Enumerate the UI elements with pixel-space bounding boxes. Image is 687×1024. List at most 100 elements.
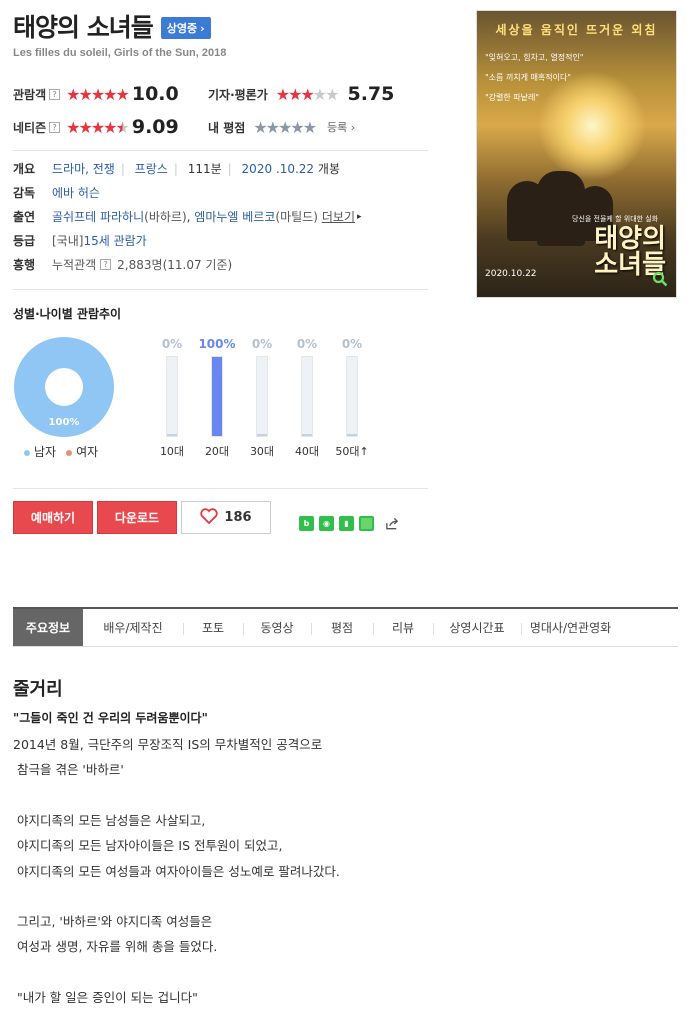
story-line: 2014년 8월, 극단주의 무장조직 IS의 무차별적인 공격으로 bbox=[13, 737, 323, 752]
age-label: 10대 bbox=[159, 445, 185, 458]
info-key-box: 흥행 bbox=[13, 258, 36, 272]
age-pct-label: 0% bbox=[341, 337, 363, 351]
rating-mine: 내 평점 ★ ★ ★ ★ ★ 등록 › bbox=[208, 117, 355, 137]
legend-female: 여자 bbox=[66, 443, 98, 460]
my-rating-stars[interactable]: ★ ★ ★ ★ ★ bbox=[253, 118, 317, 137]
heart-icon bbox=[200, 507, 219, 528]
reserve-button[interactable]: 예매하기 bbox=[13, 501, 93, 534]
tab-3[interactable]: 동영상 bbox=[243, 609, 311, 646]
poster-quote-3: "강렬한 파낱레" bbox=[485, 93, 540, 102]
poster-sun bbox=[537, 71, 647, 181]
more-cast-link[interactable]: 더보기 bbox=[322, 208, 355, 225]
age-bar-0: 0% 10대 bbox=[152, 337, 192, 459]
genre-link[interactable]: 드라마, 전쟁 bbox=[52, 162, 115, 176]
tab-6[interactable]: 상영시간표 bbox=[433, 609, 521, 646]
info-key-director: 감독 bbox=[13, 186, 36, 200]
donut-hole bbox=[45, 368, 83, 406]
age-rating-link[interactable]: 15세 관람가 bbox=[83, 232, 146, 249]
share-icon[interactable] bbox=[385, 516, 400, 531]
rating-audience: 관람객 ? ★ ★ ★ ★ ★ 10.0 bbox=[13, 83, 179, 105]
critics-score: 5.75 bbox=[347, 83, 395, 105]
age-pct-label: 0% bbox=[296, 337, 318, 351]
bookmark-share-icon[interactable]: ▮ bbox=[339, 516, 354, 531]
age-bar-fill bbox=[302, 434, 312, 436]
poster-date: 2020.10.22 bbox=[485, 269, 537, 279]
age-pct-label: 100% bbox=[198, 337, 236, 351]
age-label: 20대 bbox=[204, 445, 230, 458]
story-tagline: "그들이 죽인 건 우리의 두려움뿐이다" bbox=[13, 711, 208, 725]
age-bar-fill bbox=[257, 434, 267, 436]
story-line: 여성과 생명, 자유를 위해 총을 들었다. bbox=[13, 939, 218, 955]
help-icon[interactable]: ? bbox=[49, 88, 61, 100]
tab-2[interactable]: 포토 bbox=[183, 609, 243, 646]
divider bbox=[13, 289, 428, 290]
cast-link-1[interactable]: 골쉬프테 파라하니 bbox=[52, 208, 144, 225]
cast-separator: , bbox=[186, 209, 191, 224]
rating-mine-label: 내 평점 bbox=[208, 120, 246, 135]
tab-1[interactable]: 배우/제작진 bbox=[83, 609, 183, 646]
age-bar-3: 0% 40대 bbox=[287, 337, 327, 459]
info-key-rating: 등급 bbox=[13, 234, 36, 248]
like-button[interactable]: 186 bbox=[181, 501, 271, 534]
info-director: 감독 에바 허슨 bbox=[13, 184, 100, 201]
share-icons: b ◉ ▮ bbox=[299, 516, 400, 531]
age-label: 40대 bbox=[294, 445, 320, 458]
age-label: 50대↑ bbox=[335, 445, 369, 458]
status-badge[interactable]: 상영중 › bbox=[160, 17, 211, 39]
story-line: 그리고, '바하르'와 야지디족 여성들은 bbox=[13, 914, 213, 930]
search-icon[interactable] bbox=[652, 271, 668, 291]
cast-link-2[interactable]: 엠마누엘 베르코 bbox=[194, 208, 275, 225]
release-suffix: 개봉 bbox=[317, 162, 340, 176]
tab-5[interactable]: 리뷰 bbox=[373, 609, 433, 646]
netizen-stars: ★ ★ ★ ★ ★ bbox=[66, 117, 130, 137]
register-rating-link[interactable]: 등록 › bbox=[327, 119, 355, 135]
age-bar-fill bbox=[167, 434, 177, 436]
age-bar-fill bbox=[212, 357, 222, 436]
rating-prefix: [국내] bbox=[52, 234, 84, 248]
age-bar-track bbox=[256, 356, 268, 437]
gender-donut-chart: 100% bbox=[14, 337, 114, 437]
title-row: 태양의 소녀들 상영중 › bbox=[13, 8, 211, 44]
story-line: 야지디족의 모든 남자아이들은 IS 전투원이 되었고, bbox=[13, 838, 283, 854]
director-link[interactable]: 에바 허슨 bbox=[52, 184, 100, 201]
tab-7[interactable]: 명대사/연관영화 bbox=[521, 609, 620, 646]
movie-poster[interactable]: 세상을 움직인 뜨거운 외침 "잊혀오고, 힘차고, 열정적인" "소름 끼치게… bbox=[476, 10, 677, 298]
info-key-cast: 출연 bbox=[13, 210, 36, 224]
rating-netizen: 네티즌 ? ★ ★ ★ ★ ★ 9.09 bbox=[13, 116, 179, 138]
rating-netizen-label: 네티즌 bbox=[13, 120, 47, 135]
audience-stars: ★ ★ ★ ★ ★ bbox=[66, 84, 130, 104]
tab-4[interactable]: 평점 bbox=[311, 609, 373, 646]
movie-title: 태양의 소녀들 bbox=[13, 13, 154, 42]
download-button[interactable]: 다운로드 bbox=[97, 501, 177, 534]
blog-share-icon[interactable]: b bbox=[299, 516, 314, 531]
poster-tagline: 당신을 전율케 할 위대한 실화 bbox=[572, 215, 659, 223]
help-icon[interactable]: ? bbox=[49, 121, 61, 133]
info-boxoffice: 흥행 누적관객 ? 2,883명(11.07 기준) bbox=[13, 256, 232, 273]
register-label: 등록 bbox=[327, 121, 348, 134]
netizen-score: 9.09 bbox=[131, 116, 179, 138]
info-rating: 등급 [국내] 15세 관람가 bbox=[13, 232, 147, 249]
info-overview: 개요 드라마, 전쟁 | 프랑스 | 111분 | 2020 .10.22 개봉 bbox=[13, 162, 340, 176]
country-link[interactable]: 프랑스 bbox=[135, 162, 168, 176]
tab-0[interactable]: 주요정보 bbox=[13, 609, 83, 646]
runtime: 111분 bbox=[187, 162, 222, 176]
age-pct-label: 0% bbox=[251, 337, 273, 351]
cafe-share-icon[interactable]: ◉ bbox=[319, 516, 334, 531]
cast-role-2: (마틸드) bbox=[275, 210, 318, 224]
divider bbox=[13, 150, 428, 151]
info-cast: 출연 골쉬프테 파라하니 (바하르), 엠마누엘 베르코 (마틸드) 더보기 ▸ bbox=[13, 208, 362, 225]
age-bar-track bbox=[346, 356, 358, 437]
memo-share-icon[interactable] bbox=[359, 516, 374, 531]
poster-quote-1: "잊혀오고, 힘차고, 열정적인" bbox=[485, 53, 584, 62]
help-icon[interactable]: ? bbox=[100, 259, 112, 270]
age-bar-4: 0% 50대↑ bbox=[332, 337, 372, 459]
story-line: 야지디족의 모든 남성들은 사살되고, bbox=[13, 812, 206, 828]
legend-female-label: 여자 bbox=[76, 445, 99, 459]
age-bar-track bbox=[211, 356, 223, 437]
status-badge-label: 상영중 bbox=[166, 22, 198, 35]
divider bbox=[13, 488, 428, 489]
content-tabs: 주요정보 배우/제작진 포토 동영상 평점 리뷰 상영시간표 명대사/연관영화 bbox=[13, 607, 678, 647]
release-date-link[interactable]: 2020 .10.22 bbox=[242, 162, 315, 176]
cast-role-1: (바하르) bbox=[144, 210, 187, 224]
story-line: 참극을 겪은 '바하르' bbox=[13, 762, 124, 778]
